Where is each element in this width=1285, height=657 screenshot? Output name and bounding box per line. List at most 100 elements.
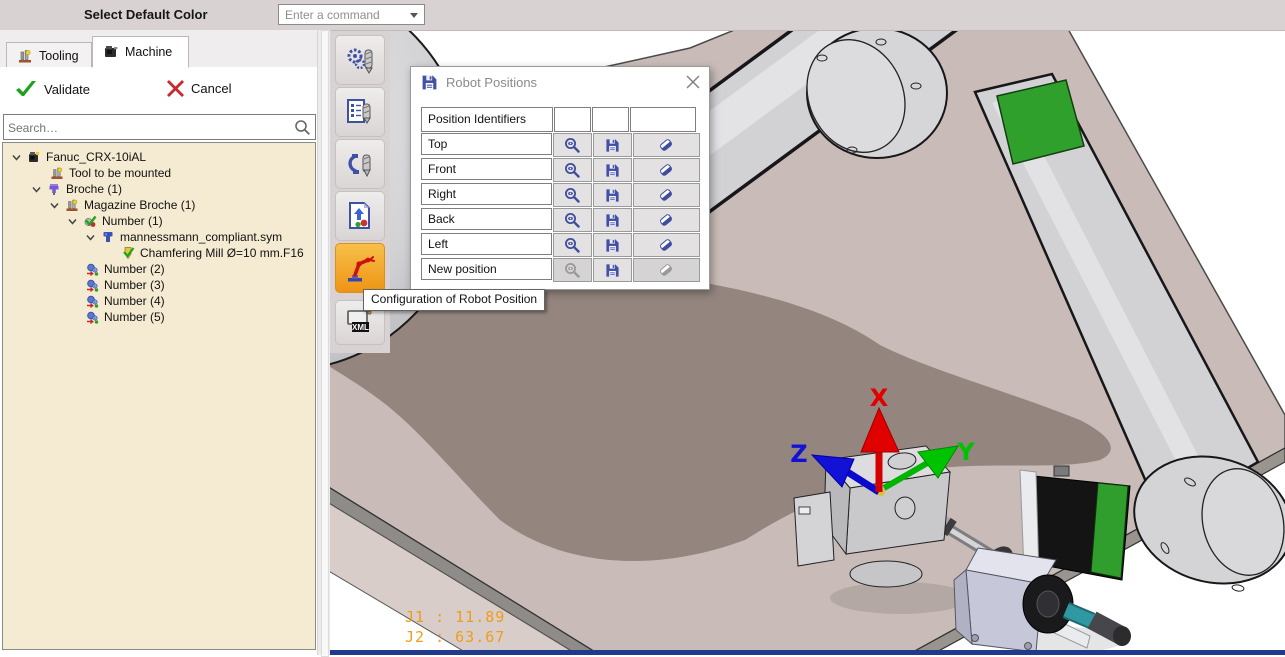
save-icon [421,74,438,91]
tool-checked-icon [121,246,135,260]
position-name-field[interactable]: Back [421,208,552,230]
position-name-field[interactable]: New position [421,258,552,280]
save-position-button[interactable] [593,208,632,232]
view-position-button[interactable] [553,183,592,207]
column-header-view [554,107,591,132]
tab-machine-label: Machine [125,45,172,59]
tree-label: Number (2) [104,262,165,276]
machining-settings-icon [344,44,376,76]
erase-position-button[interactable] [633,183,701,207]
tree-item-mannessmann-compliant[interactable]: mannessmann_compliant.sym [3,229,315,245]
tree-label: mannessmann_compliant.sym [120,230,282,244]
tree-item-number-2[interactable]: Number (2) [3,261,315,277]
tree-item-tool-to-be-mounted[interactable]: Tool to be mounted [3,165,315,181]
machine-icon [103,44,119,60]
command-combobox-value: Enter a command [285,8,380,22]
tree-label: Tool to be mounted [69,166,171,180]
position-name-field[interactable]: Right [421,183,552,205]
joint-j1-value: J1 : 11.89 [405,608,505,628]
chevron-down-icon[interactable] [11,152,22,163]
view-position-button[interactable] [553,233,592,257]
erase-position-button[interactable] [633,133,701,157]
eraser-icon [658,162,674,178]
machining-settings-button[interactable] [335,35,385,85]
tab-strip: Tooling Machine [0,30,322,68]
view-position-button[interactable] [553,133,592,157]
tree-item-number-1[interactable]: Number (1) [3,213,315,229]
position-name-field[interactable]: Top [421,133,552,155]
chevron-down-icon[interactable] [49,200,60,211]
chevron-down-icon[interactable] [67,216,78,227]
chevron-down-icon [410,13,418,18]
magnifier-eye-icon [564,262,580,278]
robot-position-icon [343,251,377,285]
program-transfer-button[interactable] [335,191,385,241]
position-row-left: Left [421,233,700,257]
save-position-button[interactable] [593,158,632,182]
column-header-save [592,107,629,132]
magnifier-eye-icon [564,187,580,203]
pocket-checked-icon [83,214,97,228]
panel-splitter[interactable] [317,30,330,655]
save-position-button[interactable] [593,233,632,257]
tool-table-document-button[interactable] [335,87,385,137]
tooltip: Configuration of Robot Position [363,289,545,311]
x-icon [166,79,185,98]
close-icon[interactable] [685,74,701,90]
position-name-field[interactable]: Left [421,233,552,255]
chevron-down-icon[interactable] [85,232,96,243]
save-icon [605,263,620,278]
tab-tooling[interactable]: Tooling [6,42,92,68]
validate-button[interactable]: Validate [14,79,90,99]
tooltip-text: Configuration of Robot Position [371,292,537,306]
joint-j2-value: J2 : 63.67 [405,628,505,648]
tree-item-number-4[interactable]: Number (4) [3,293,315,309]
clamp-tool-button[interactable] [335,139,385,189]
erase-position-button[interactable] [633,158,701,182]
view-position-button[interactable] [553,208,592,232]
tree-item-fanuc-crx-10ial[interactable]: Fanuc_CRX-10iAL [3,149,315,165]
tree-label: Number (4) [104,294,165,308]
command-combobox[interactable]: Enter a command [278,4,425,25]
tree-label: Number (1) [102,214,163,228]
position-row-new: New position [421,258,700,282]
cancel-button[interactable]: Cancel [166,79,231,98]
magnifier-eye-icon [564,212,580,228]
save-position-button[interactable] [593,183,632,207]
view-position-button[interactable] [553,158,592,182]
position-name-field[interactable]: Front [421,158,552,180]
dialog-titlebar[interactable]: Robot Positions [411,67,709,97]
tree-item-number-3[interactable]: Number (3) [3,277,315,293]
dialog-title: Robot Positions [446,75,537,90]
robot-machine-icon [27,150,41,164]
tree-label: Number (5) [104,310,165,324]
save-position-button[interactable] [593,258,632,282]
chevron-down-icon[interactable] [31,184,42,195]
save-icon [605,238,620,253]
view-position-button-disabled [553,258,592,282]
tab-tooling-label: Tooling [39,49,79,63]
tree-item-magazine-broche-1[interactable]: Magazine Broche (1) [3,197,315,213]
tree-item-broche-1[interactable]: Broche (1) [3,181,315,197]
magnifier-eye-icon [564,162,580,178]
tab-machine[interactable]: Machine [92,36,189,68]
eraser-icon [658,262,674,278]
position-row-top: Top [421,133,700,157]
joint-readout: J1 : 11.89 J2 : 63.67 J3 : 11.55 [405,608,505,655]
tree-label: Number (3) [104,278,165,292]
save-icon [605,213,620,228]
robot-position-config-button[interactable] [335,243,385,293]
search-input[interactable] [4,115,292,139]
erase-position-button[interactable] [633,208,701,232]
tool-rack-icon [65,198,79,212]
search-box [3,114,316,140]
tool-holder-icon [101,230,115,244]
erase-position-button[interactable] [633,233,701,257]
tooling-icon [17,48,33,64]
tree-label: Fanuc_CRX-10iAL [46,150,146,164]
save-position-button[interactable] [593,133,632,157]
tree-item-chamfering-mill[interactable]: Chamfering Mill Ø=10 mm.F16 [3,245,315,261]
eraser-icon [658,187,674,203]
eraser-icon [658,237,674,253]
tree-item-number-5[interactable]: Number (5) [3,309,315,325]
